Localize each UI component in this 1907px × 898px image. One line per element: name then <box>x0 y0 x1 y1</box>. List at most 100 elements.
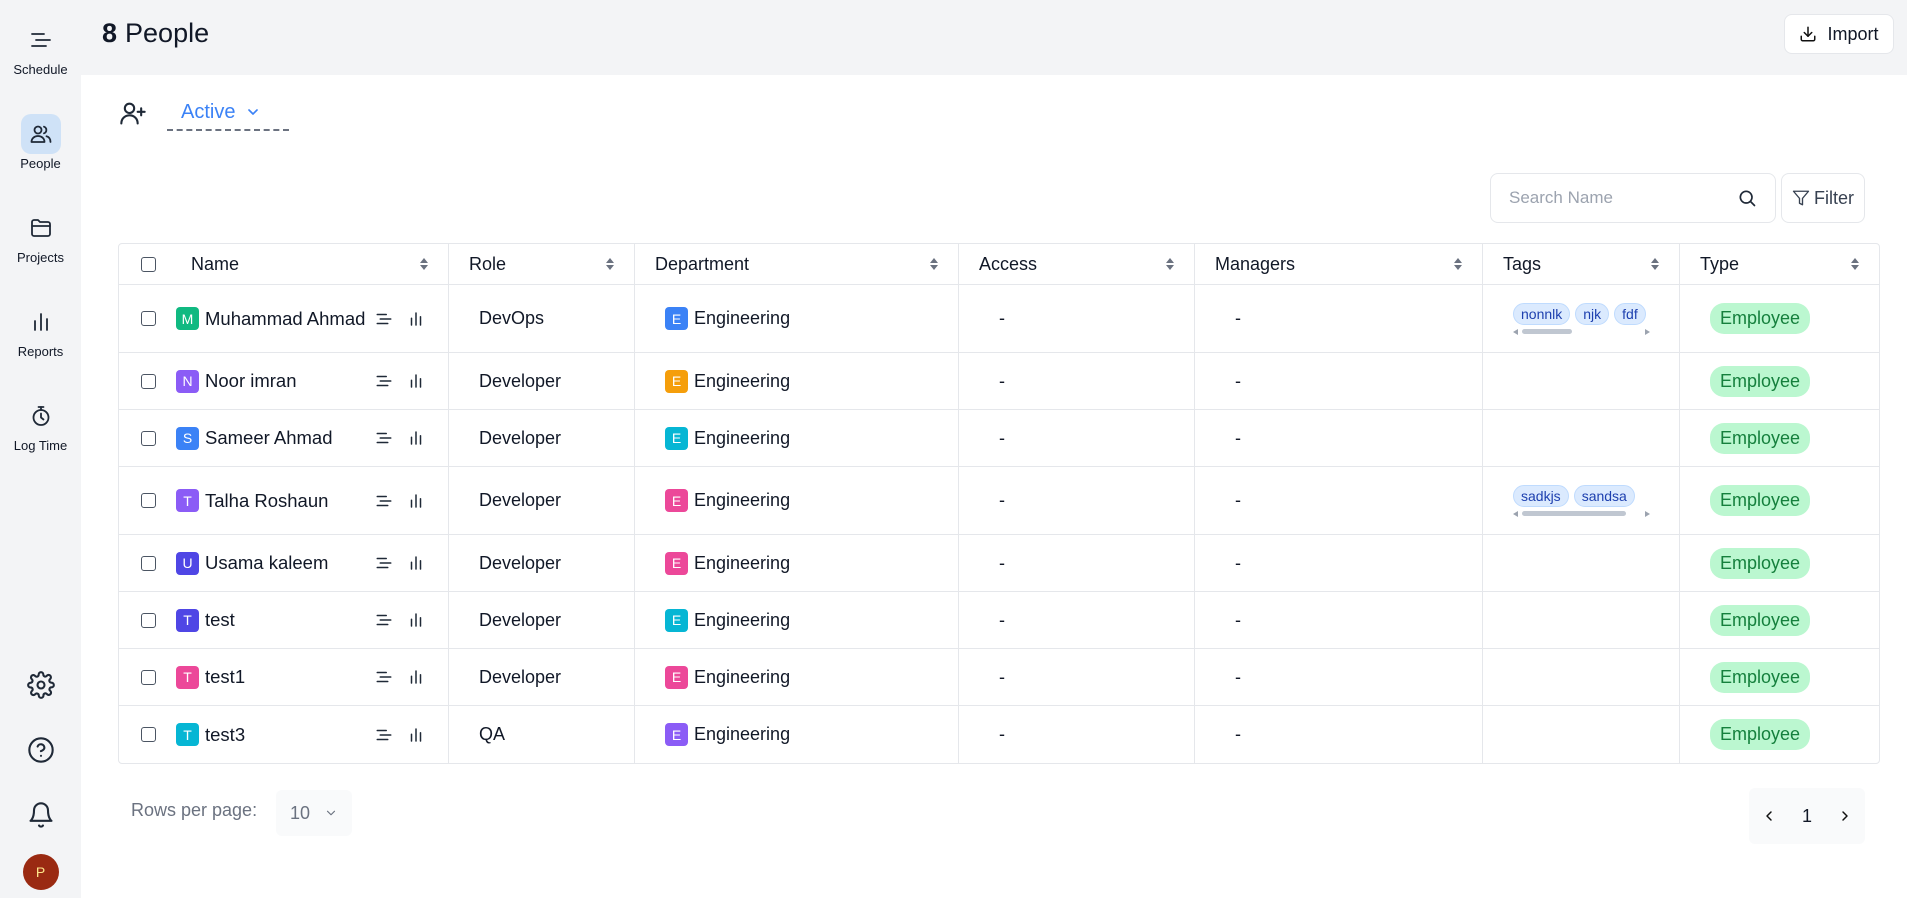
column-header-access[interactable]: Access <box>959 244 1195 284</box>
tag-chip[interactable]: nonnlk <box>1513 302 1571 325</box>
department-value: E Engineering <box>655 489 790 512</box>
schedule-icon[interactable] <box>375 554 393 572</box>
sidebar-item-reports[interactable]: Reports <box>0 302 81 359</box>
scroll-right-icon[interactable] <box>1645 328 1650 335</box>
schedule-icon[interactable] <box>375 429 393 447</box>
sort-icon[interactable] <box>420 258 428 270</box>
row-checkbox[interactable] <box>141 373 156 389</box>
tag-list: sadkjs sandsa <box>1513 484 1650 507</box>
schedule-icon[interactable] <box>375 668 393 686</box>
person-name[interactable]: test <box>205 609 235 631</box>
table-row[interactable]: T test1 Developer E Engineering - - Empl… <box>119 649 1879 706</box>
row-checkbox[interactable] <box>141 555 156 571</box>
person-name[interactable]: Noor imran <box>205 370 297 392</box>
row-checkbox[interactable] <box>141 727 156 742</box>
person-initial-avatar: U <box>176 551 199 575</box>
table-row[interactable]: S Sameer Ahmad Developer E Engineering -… <box>119 410 1879 467</box>
sidebar-item-schedule[interactable]: Schedule <box>0 20 81 77</box>
sort-icon[interactable] <box>1851 258 1859 270</box>
row-checkbox[interactable] <box>141 612 156 628</box>
import-button[interactable]: Import <box>1784 14 1894 54</box>
search-input[interactable] <box>1509 188 1737 208</box>
notifications-button[interactable] <box>0 801 81 829</box>
managers-value: - <box>1235 666 1241 687</box>
schedule-icon[interactable] <box>375 492 393 510</box>
person-name[interactable]: Usama kaleem <box>205 552 328 574</box>
row-checkbox[interactable] <box>141 493 156 508</box>
sort-icon[interactable] <box>1166 258 1174 270</box>
tag-chip[interactable]: fdf <box>1614 302 1646 325</box>
person-name[interactable]: test3 <box>205 724 245 746</box>
schedule-icon[interactable] <box>375 726 393 744</box>
tag-chip[interactable]: sandsa <box>1573 484 1635 507</box>
search-icon[interactable] <box>1737 188 1757 208</box>
person-name[interactable]: Muhammad Ahmad <box>205 308 365 330</box>
select-all-checkbox[interactable] <box>141 256 156 272</box>
tag-chip[interactable]: sadkjs <box>1513 484 1569 507</box>
settings-button[interactable] <box>0 671 81 699</box>
schedule-icon[interactable] <box>375 611 393 629</box>
table-row[interactable]: T Talha Roshaun Developer E Engineering … <box>119 467 1879 535</box>
bar-chart-icon[interactable] <box>407 554 425 572</box>
add-user-button[interactable] <box>119 99 149 129</box>
table-row[interactable]: U Usama kaleem Developer E Engineering -… <box>119 535 1879 592</box>
row-checkbox[interactable] <box>141 311 156 326</box>
schedule-icon[interactable] <box>375 372 393 390</box>
bar-chart-icon[interactable] <box>407 429 425 447</box>
row-checkbox[interactable] <box>141 669 156 685</box>
sort-icon[interactable] <box>1454 258 1462 270</box>
tags-scrollbar[interactable] <box>1513 328 1650 335</box>
sidebar-item-log-time[interactable]: Log Time <box>0 396 81 453</box>
bar-chart-icon[interactable] <box>407 310 425 328</box>
scroll-left-icon[interactable] <box>1513 328 1518 335</box>
person-name[interactable]: test1 <box>205 666 245 688</box>
table-row[interactable]: M Muhammad Ahmad DevOps E Engineering - … <box>119 285 1879 353</box>
chevron-right-icon[interactable] <box>1837 808 1853 824</box>
person-name[interactable]: Sameer Ahmad <box>205 427 333 449</box>
table-row[interactable]: T test Developer E Engineering - - Emplo… <box>119 592 1879 649</box>
status-dropdown[interactable]: Active <box>167 95 289 131</box>
bar-chart-icon[interactable] <box>407 492 425 510</box>
user-avatar[interactable]: P <box>0 854 81 890</box>
type-badge: Employee <box>1710 604 1811 636</box>
chevron-left-icon[interactable] <box>1761 808 1777 824</box>
table-row[interactable]: T test3 QA E Engineering - - Employee <box>119 706 1879 763</box>
person-initial-avatar: M <box>176 307 199 330</box>
person-name[interactable]: Talha Roshaun <box>205 490 328 512</box>
column-header-role[interactable]: Role <box>449 244 635 284</box>
sidebar-item-projects[interactable]: Projects <box>0 208 81 265</box>
tags-scroller[interactable]: nonnlk njk fdf <box>1513 302 1650 335</box>
rows-per-page-select[interactable]: 10 <box>276 790 352 836</box>
sort-icon[interactable] <box>1651 258 1659 270</box>
help-button[interactable] <box>0 736 81 764</box>
department-cell: E Engineering <box>635 535 959 591</box>
scroll-right-icon[interactable] <box>1645 510 1650 517</box>
table-row[interactable]: N Noor imran Developer E Engineering - -… <box>119 353 1879 410</box>
column-header-tags[interactable]: Tags <box>1483 244 1680 284</box>
bar-chart-icon[interactable] <box>407 611 425 629</box>
schedule-icon[interactable] <box>375 310 393 328</box>
row-actions <box>375 611 425 629</box>
bar-chart-icon[interactable] <box>407 372 425 390</box>
department-value: E Engineering <box>655 551 790 575</box>
sort-icon[interactable] <box>930 258 938 270</box>
bar-chart-icon[interactable] <box>407 726 425 744</box>
filter-button[interactable]: Filter <box>1781 173 1865 223</box>
type-badge: Employee <box>1710 303 1811 334</box>
scroll-thumb[interactable] <box>1522 329 1572 334</box>
column-header-name[interactable]: Name <box>119 244 449 284</box>
sort-icon[interactable] <box>606 258 614 270</box>
tags-scrollbar[interactable] <box>1513 510 1650 517</box>
column-header-type[interactable]: Type <box>1680 244 1879 284</box>
row-checkbox[interactable] <box>141 430 156 446</box>
tags-scroller[interactable]: sadkjs sandsa <box>1513 484 1650 517</box>
current-page[interactable]: 1 <box>1802 806 1812 827</box>
help-icon <box>27 737 54 763</box>
tag-chip[interactable]: njk <box>1575 302 1610 325</box>
scroll-thumb[interactable] <box>1522 511 1626 516</box>
bar-chart-icon[interactable] <box>407 668 425 686</box>
sidebar-item-people[interactable]: People <box>0 114 81 171</box>
column-header-managers[interactable]: Managers <box>1195 244 1483 284</box>
column-header-department[interactable]: Department <box>635 244 959 284</box>
scroll-left-icon[interactable] <box>1513 510 1518 517</box>
